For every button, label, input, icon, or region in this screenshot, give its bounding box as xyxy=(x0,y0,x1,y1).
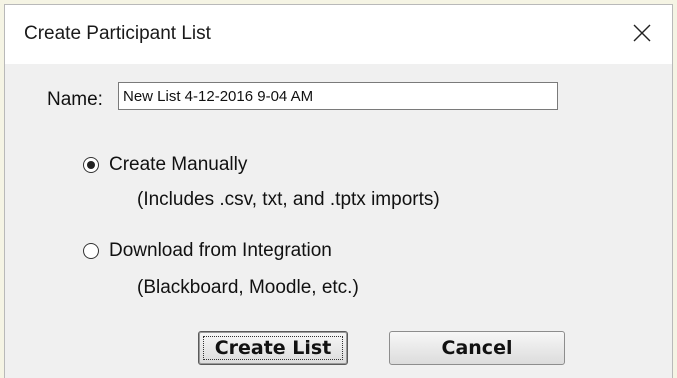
create-participant-list-dialog: Create Participant List Name: Create Man… xyxy=(4,4,673,378)
download-integration-label: Download from Integration xyxy=(109,240,332,261)
radio-selected[interactable] xyxy=(83,157,99,173)
create-manually-radio-option[interactable]: Create Manually xyxy=(83,154,247,176)
focus-ring xyxy=(203,336,343,360)
title-bar: Create Participant List xyxy=(5,5,672,64)
name-input[interactable] xyxy=(118,82,558,110)
create-manually-description: (Includes .csv, txt, and .tptx imports) xyxy=(137,189,440,210)
name-label: Name: xyxy=(47,89,103,110)
download-integration-description: (Blackboard, Moodle, etc.) xyxy=(137,277,359,298)
cancel-button[interactable]: Cancel xyxy=(389,331,565,365)
create-list-button[interactable]: Create List xyxy=(198,331,348,365)
dialog-title: Create Participant List xyxy=(24,23,211,44)
download-integration-radio-option[interactable]: Download from Integration xyxy=(83,240,332,262)
close-icon[interactable] xyxy=(624,15,660,51)
cancel-label: Cancel xyxy=(441,337,513,359)
radio-unselected[interactable] xyxy=(83,243,99,259)
create-manually-label: Create Manually xyxy=(109,154,248,175)
